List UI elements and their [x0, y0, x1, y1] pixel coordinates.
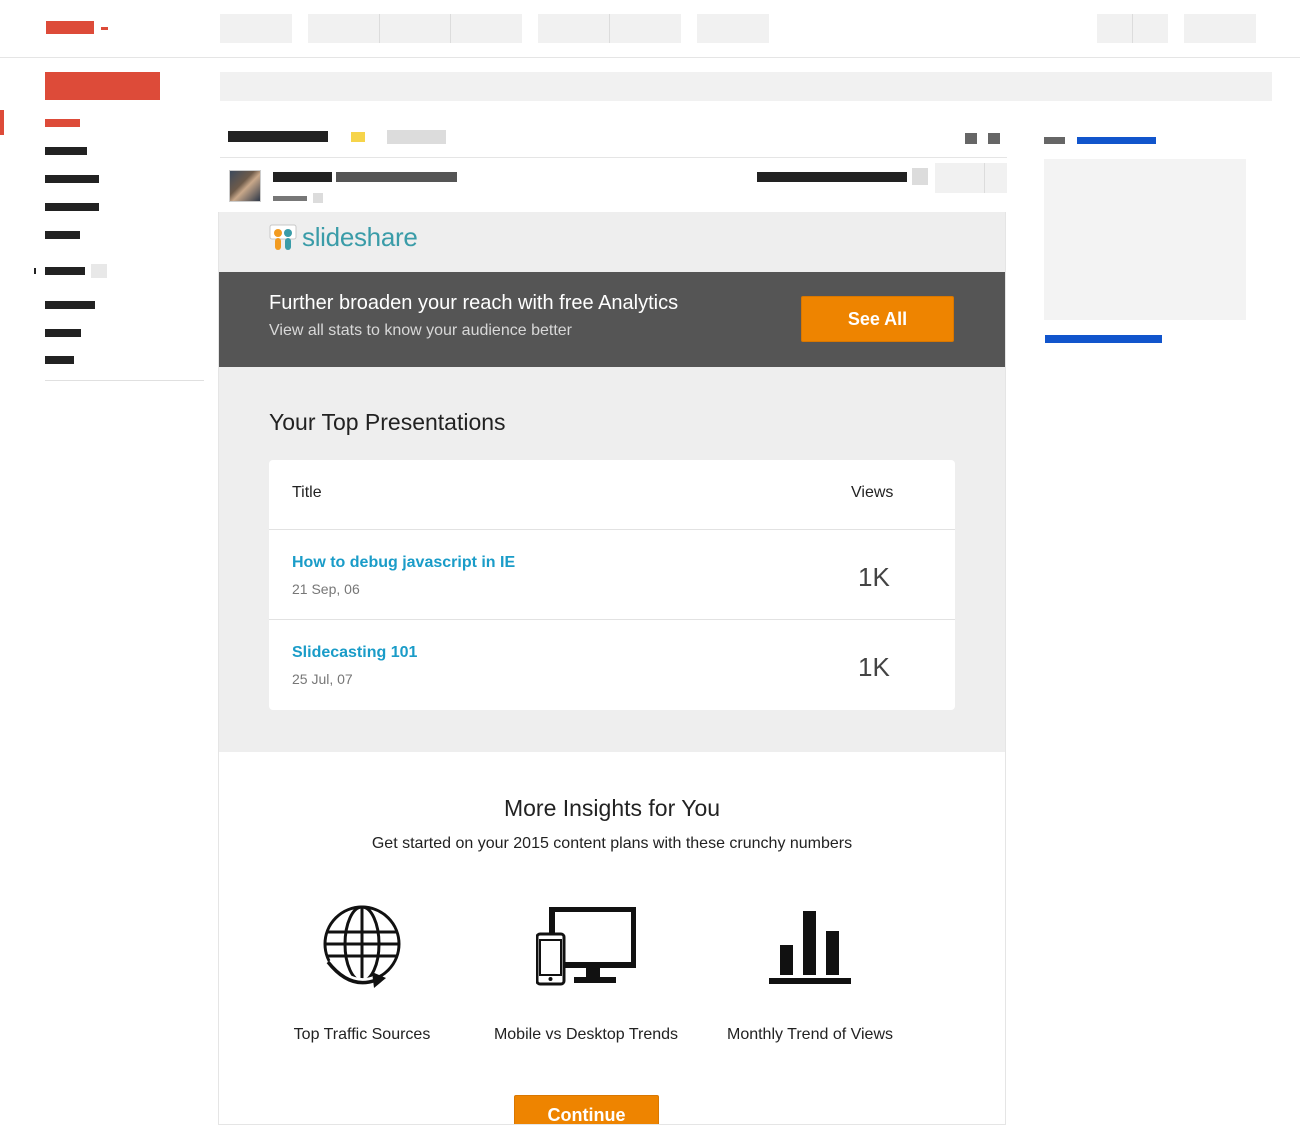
more-insights-section: More Insights for You Get started on you… — [219, 752, 1005, 1124]
sidebar-item[interactable] — [45, 231, 80, 239]
sidebar-item[interactable] — [45, 267, 85, 275]
table-row: How to debug javascript in IE 21 Sep, 06… — [269, 530, 955, 620]
toolbar-separator — [1132, 14, 1133, 43]
reply-button[interactable] — [935, 163, 1007, 193]
insight-monthly-trend[interactable]: Monthly Trend of Views — [700, 902, 920, 1044]
insight-label: Mobile vs Desktop Trends — [493, 1026, 679, 1043]
insight-label: Top Traffic Sources — [293, 1026, 431, 1043]
presentation-date: 21 Sep, 06 — [292, 581, 360, 597]
presentation-link[interactable]: How to debug javascript in IE — [292, 554, 515, 572]
recipient-details-icon[interactable] — [313, 193, 323, 203]
insights-heading: More Insights for You — [503, 795, 721, 821]
header-divider — [220, 157, 1007, 158]
table-header: Title Views — [269, 460, 955, 530]
recipient-text — [273, 196, 307, 201]
new-window-icon[interactable] — [988, 133, 1000, 144]
column-header-views: Views — [851, 484, 894, 501]
sidebar-item[interactable] — [45, 175, 99, 183]
see-all-button[interactable]: See All — [801, 296, 954, 342]
bar-chart-icon — [769, 911, 851, 984]
toolbar-more-button[interactable] — [697, 14, 769, 43]
newsletter-header: slideshare — [219, 212, 1005, 272]
right-panel-link[interactable] — [1077, 137, 1156, 144]
print-icon[interactable] — [965, 133, 977, 144]
insight-top-traffic-sources[interactable]: Top Traffic Sources — [252, 902, 472, 1044]
top-presentations-heading: Your Top Presentations — [269, 409, 506, 435]
analytics-banner: Further broaden your reach with free Ana… — [219, 272, 1005, 367]
sidebar-item-count-badge — [91, 264, 107, 278]
sidebar-item[interactable] — [45, 203, 99, 211]
sender-email — [336, 172, 457, 182]
sidebar-item[interactable] — [45, 301, 95, 309]
slideshare-logo-icon — [269, 224, 297, 250]
insights-subheading: Get started on your 2015 content plans w… — [371, 835, 853, 852]
presentation-link[interactable]: Slidecasting 101 — [292, 644, 417, 662]
compose-button[interactable] — [45, 72, 160, 100]
label-tag[interactable] — [351, 132, 365, 142]
search-bar[interactable] — [220, 72, 1272, 101]
toolbar-separator — [609, 14, 610, 43]
insight-label: Monthly Trend of Views — [726, 1026, 893, 1043]
column-header-title: Title — [292, 484, 322, 501]
app-logo[interactable] — [46, 21, 94, 34]
sidebar-expand-icon[interactable] — [34, 268, 36, 274]
email-date — [757, 172, 907, 182]
top-presentations-section: Your Top Presentations Title Views How t… — [219, 367, 1005, 752]
star-icon[interactable] — [912, 168, 928, 185]
presentation-date: 25 Jul, 07 — [292, 671, 353, 687]
continue-button[interactable]: Continue — [514, 1095, 659, 1124]
bottom-edge — [218, 1124, 1006, 1125]
toolbar-group-actions[interactable] — [308, 14, 522, 43]
presentation-views: 1K — [858, 652, 890, 682]
banner-title: Further broaden your reach with free Ana… — [269, 292, 679, 314]
globe-icon — [323, 905, 401, 988]
devices-icon — [536, 907, 636, 986]
sender-avatar — [229, 170, 261, 202]
sidebar-item[interactable] — [45, 147, 87, 155]
right-panel-label — [1044, 137, 1065, 144]
sidebar-item-inbox[interactable] — [45, 119, 80, 127]
top-divider — [0, 57, 1300, 58]
insight-mobile-vs-desktop[interactable]: Mobile vs Desktop Trends — [476, 902, 696, 1044]
presentations-table: Title Views How to debug javascript in I… — [269, 460, 955, 710]
email-body: slideshare Further broaden your reach wi… — [218, 212, 1006, 1124]
app-logo-dropdown-icon[interactable] — [101, 27, 108, 30]
email-subject — [228, 131, 328, 142]
toolbar-separator — [450, 14, 451, 43]
right-panel-action-link[interactable] — [1045, 335, 1162, 343]
banner-subtitle: View all stats to know your audience bet… — [269, 322, 572, 339]
table-row: Slidecasting 101 25 Jul, 07 1K — [269, 620, 955, 710]
sidebar-divider — [45, 380, 204, 381]
settings-button[interactable] — [1184, 14, 1256, 43]
sidebar-active-indicator — [0, 110, 4, 135]
slideshare-logo[interactable]: slideshare — [269, 222, 418, 253]
toolbar-select-button[interactable] — [220, 14, 292, 43]
slideshare-wordmark: slideshare — [302, 222, 418, 252]
sender-name — [273, 172, 332, 182]
right-panel-card — [1044, 159, 1246, 320]
presentation-views: 1K — [858, 562, 890, 592]
inbox-label-chip[interactable] — [387, 130, 446, 144]
sidebar-item[interactable] — [45, 329, 81, 337]
reply-separator — [984, 163, 985, 193]
toolbar-separator — [379, 14, 380, 43]
sidebar-item[interactable] — [45, 356, 74, 364]
